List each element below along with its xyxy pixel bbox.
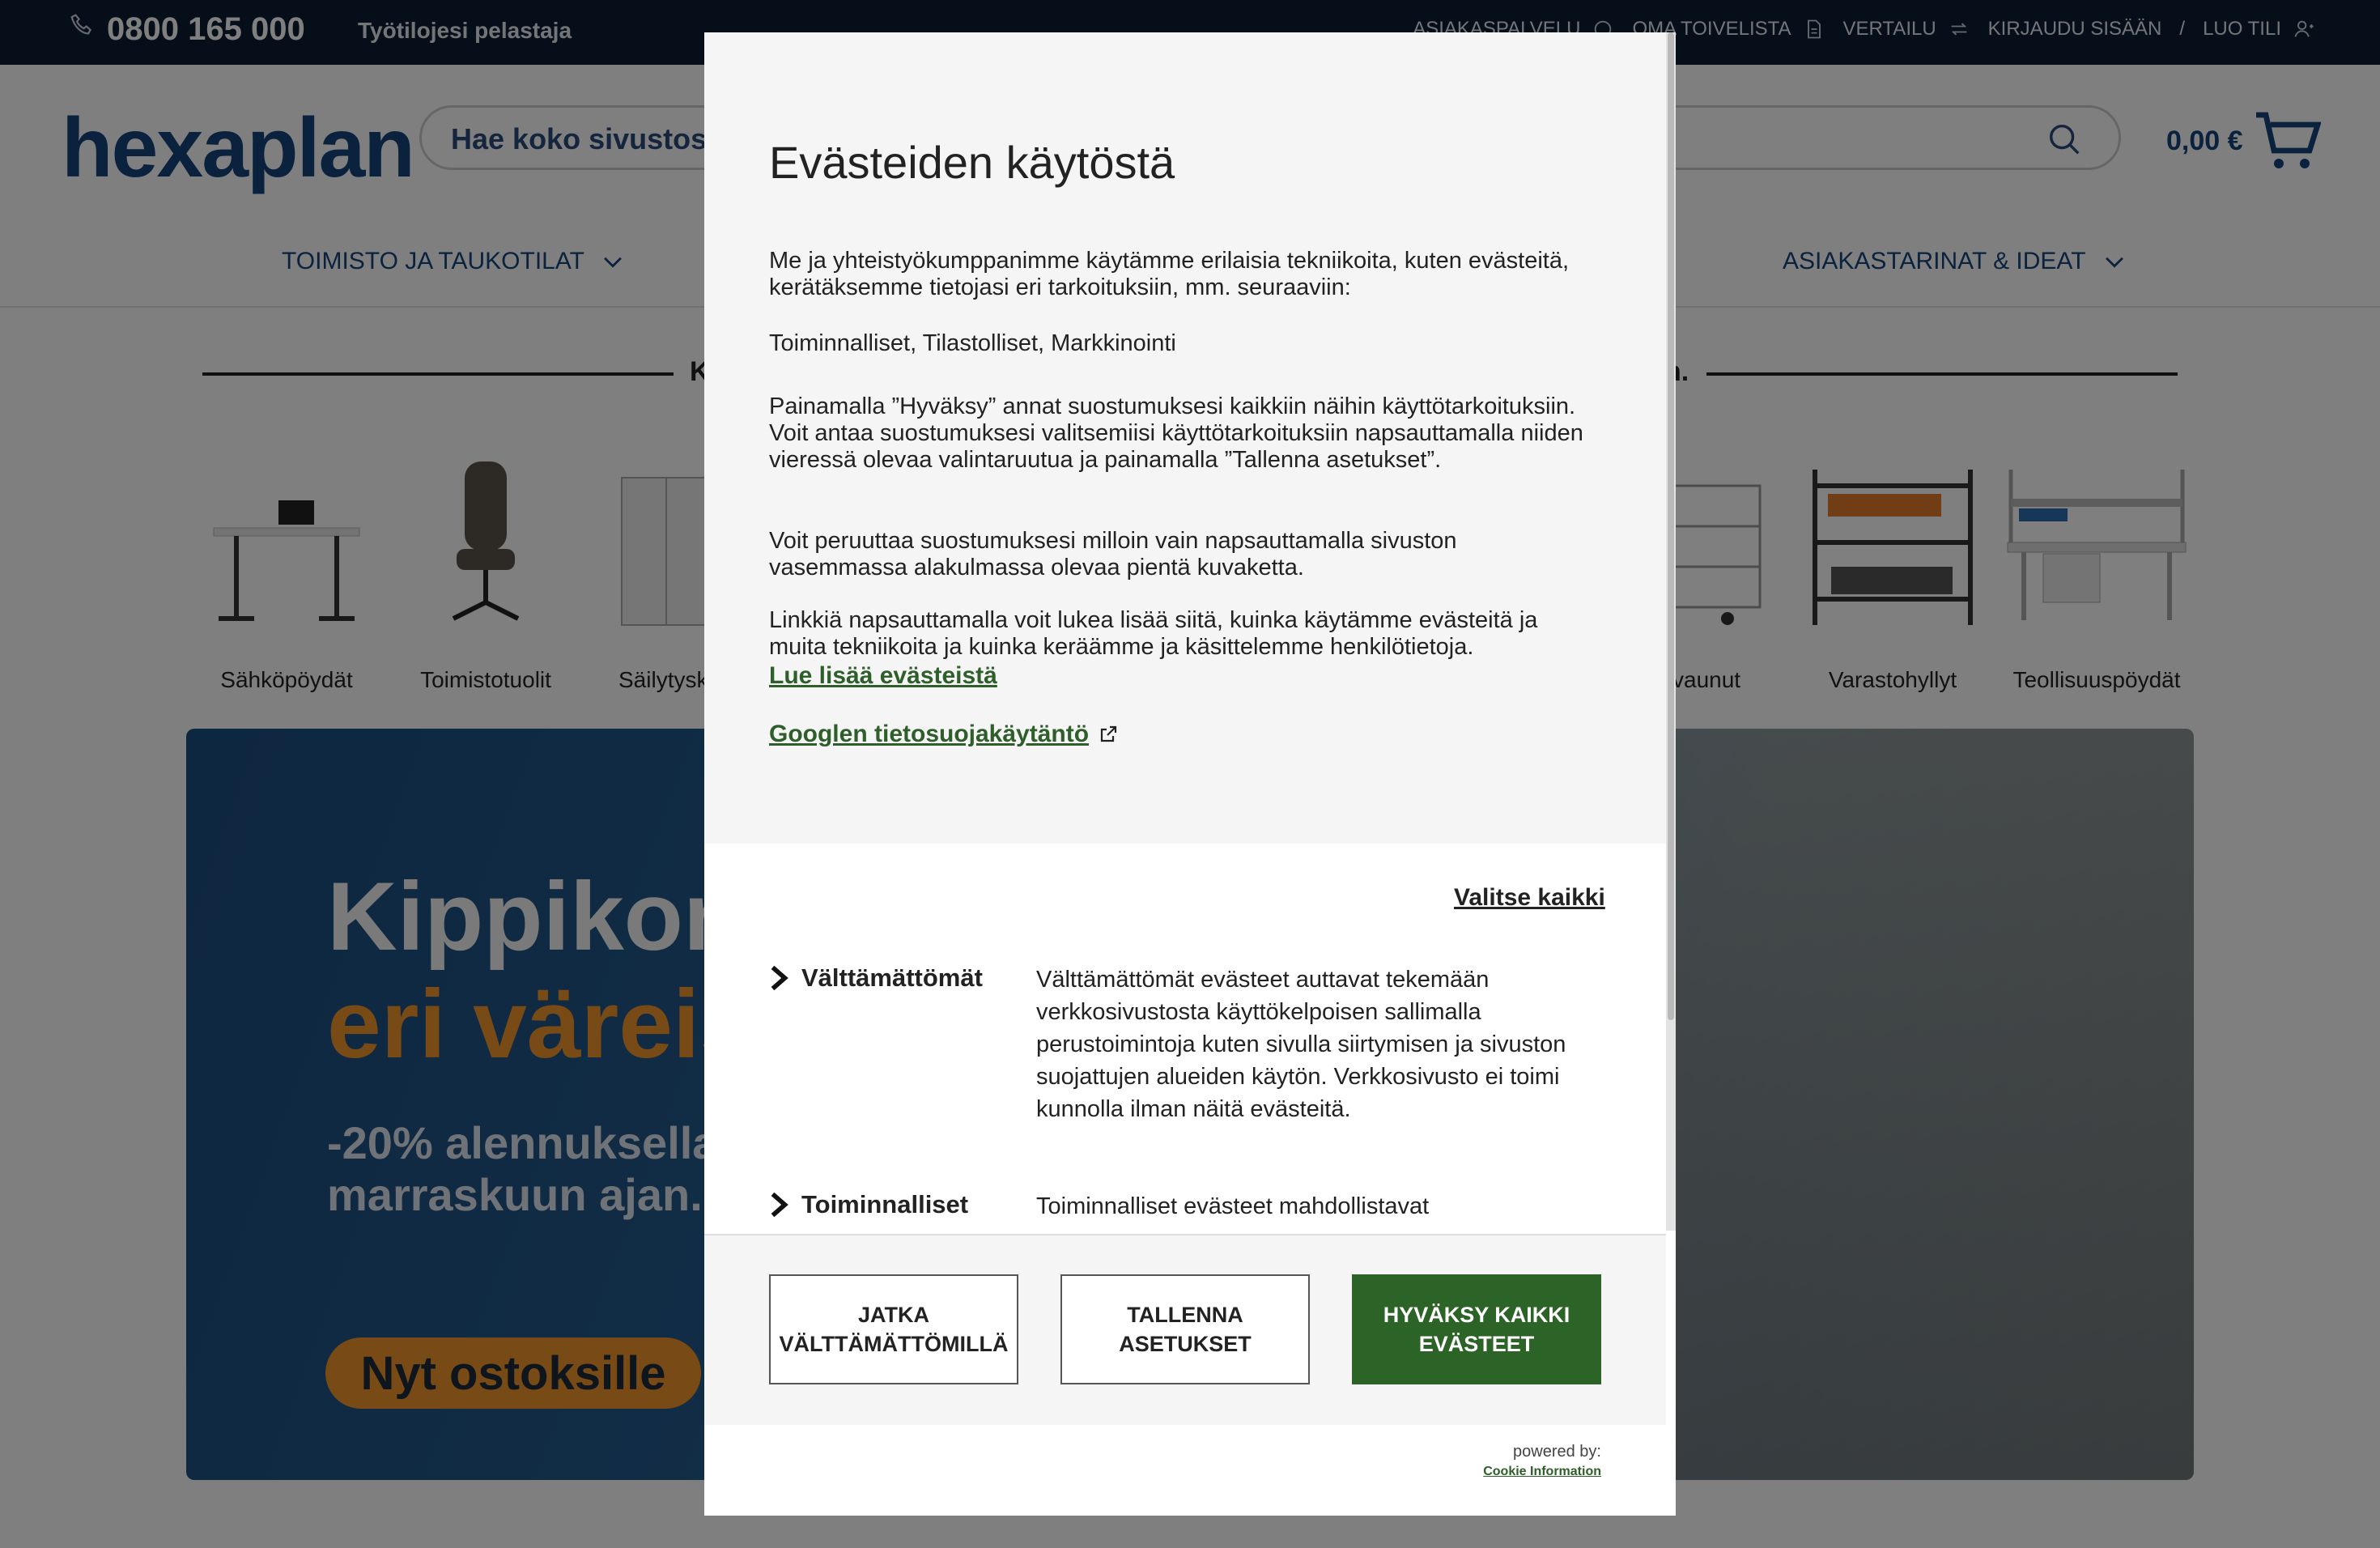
dialog-title: Evästeiden käytöstä	[769, 137, 1175, 188]
select-all-link[interactable]: Valitse kaikki	[1454, 884, 1605, 912]
purposes-text: Toiminnalliset, Tilastolliset, Markkinoi…	[769, 330, 1176, 356]
necessary-only-button[interactable]: JATKA VÄLTTÄMÄTTÖMILLÄ	[769, 1274, 1018, 1384]
category-description: Toiminnalliset evästeet mahdollistavat	[1036, 1193, 1430, 1219]
intro-text: Me ja yhteistyökumppanimme käytämme eril…	[769, 248, 1570, 300]
cookie-information-link[interactable]: Cookie Information	[1483, 1465, 1601, 1479]
chevron-right-icon	[771, 1193, 788, 1217]
chevron-right-icon	[771, 966, 788, 990]
dialog-scrollbar[interactable]	[1666, 32, 1676, 1231]
save-settings-button[interactable]: TALLENNA ASETUKSET	[1060, 1274, 1310, 1384]
category-functional-toggle[interactable]: Toiminnalliset	[769, 1190, 968, 1219]
cookie-consent-dialog: Evästeiden käytöstä Me ja yhteistyökumpp…	[704, 32, 1676, 1516]
powered-by: powered by: Cookie Information	[1483, 1443, 1601, 1479]
accept-all-button[interactable]: HYVÄKSY KAIKKI EVÄSTEET	[1352, 1274, 1601, 1384]
read-more-link[interactable]: Lue lisää evästeistä	[769, 662, 997, 690]
external-link-icon	[1100, 725, 1117, 742]
category-necessary-toggle[interactable]: Välttämättömät	[769, 963, 983, 993]
category-description: Välttämättömät evästeet auttavat tekemää…	[1036, 967, 1566, 1122]
more-info-text: Linkkiä napsauttamalla voit lukea lisää …	[769, 607, 1538, 660]
google-policy-link[interactable]: Googlen tietosuojakäytäntö	[769, 721, 1118, 748]
withdraw-text: Voit peruuttaa suostumuksesi milloin vai…	[769, 528, 1457, 580]
scrollbar-thumb[interactable]	[1668, 32, 1674, 1020]
consent-text: Painamalla ”Hyväksy” annat suostumuksesi…	[769, 393, 1583, 473]
